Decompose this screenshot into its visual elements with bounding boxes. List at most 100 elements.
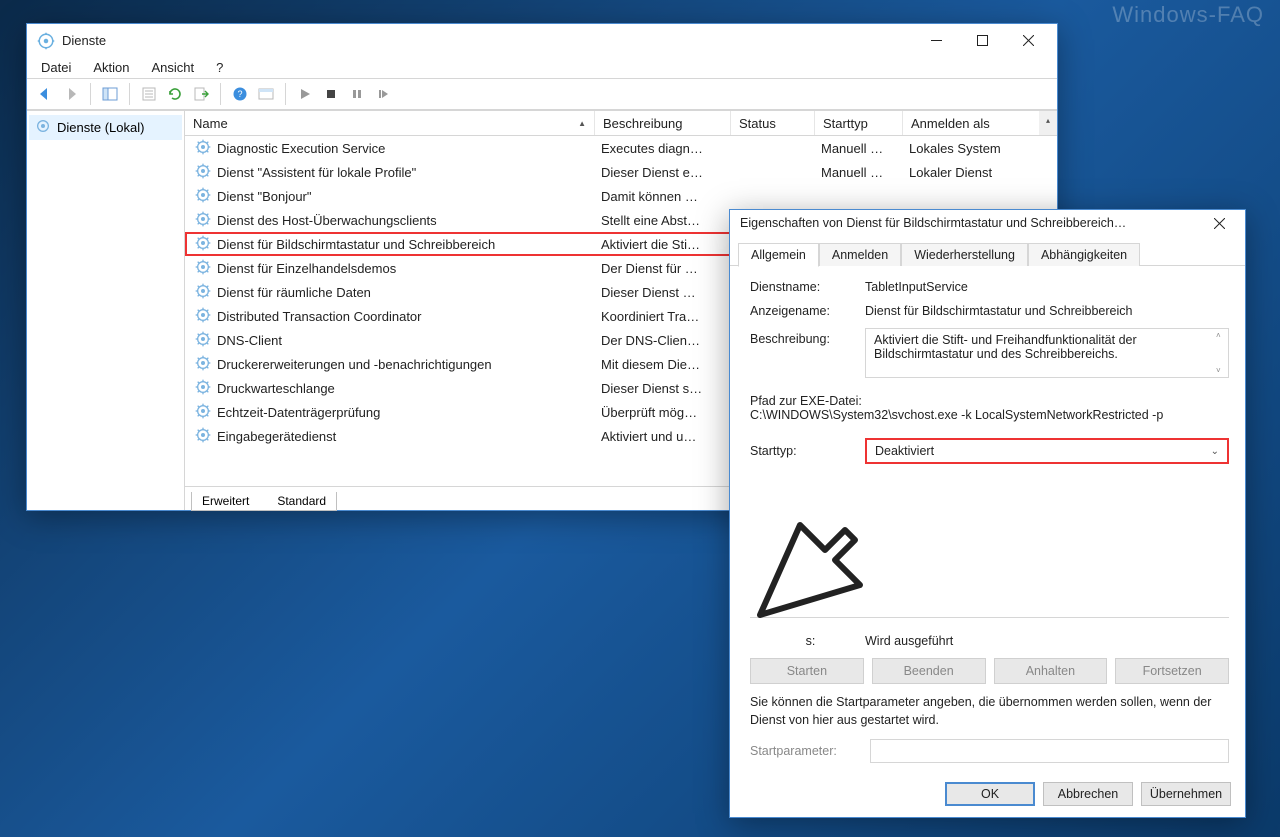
service-description: Damit können … <box>595 189 731 204</box>
label-description: Beschreibung: <box>750 328 865 346</box>
tree-node-services-local[interactable]: Dienste (Lokal) <box>29 115 182 140</box>
gear-icon <box>35 118 51 137</box>
service-description: Aktiviert und u… <box>595 429 731 444</box>
dialog-buttons: OK Abbrechen Übernehmen <box>730 771 1245 817</box>
tab-logon[interactable]: Anmelden <box>819 243 901 266</box>
pause-service-button[interactable] <box>345 82 369 106</box>
dialog-titlebar[interactable]: Eigenschaften von Dienst für Bildschirmt… <box>730 210 1245 236</box>
detail-button[interactable] <box>254 82 278 106</box>
service-name: Druckererweiterungen und -benachrichtigu… <box>217 357 492 372</box>
cancel-button[interactable]: Abbrechen <box>1043 782 1133 806</box>
menu-action[interactable]: Aktion <box>89 59 133 76</box>
apply-button[interactable]: Übernehmen <box>1141 782 1231 806</box>
restart-service-button[interactable] <box>371 82 395 106</box>
desktop-watermark: Windows-FAQ <box>1112 2 1264 28</box>
tree-pane: Dienste (Lokal) <box>27 111 185 510</box>
gear-icon <box>195 187 211 206</box>
ok-button[interactable]: OK <box>945 782 1035 806</box>
service-description: Dieser Dienst e… <box>595 165 731 180</box>
service-description: Stellt eine Abst… <box>595 213 731 228</box>
service-login: Lokales System <box>903 141 1057 156</box>
stop-button[interactable]: Beenden <box>872 658 986 684</box>
menu-file[interactable]: Datei <box>37 59 75 76</box>
svg-text:?: ? <box>237 89 242 99</box>
column-headers: Name▲ Beschreibung Status Starttyp Anmel… <box>185 111 1057 136</box>
maximize-button[interactable] <box>959 26 1005 56</box>
show-hide-tree-button[interactable] <box>98 82 122 106</box>
tab-general[interactable]: Allgemein <box>738 243 819 267</box>
service-name: Dienst für räumliche Daten <box>217 285 371 300</box>
service-name: Dienst für Bildschirmtastatur und Schrei… <box>217 237 495 252</box>
starttype-selected-value: Deaktiviert <box>875 444 934 458</box>
titlebar[interactable]: Dienste <box>27 24 1057 57</box>
description-text[interactable]: Aktiviert die Stift- und Freihandfunktio… <box>865 328 1229 378</box>
back-button[interactable] <box>33 82 57 106</box>
gear-icon <box>195 307 211 326</box>
sort-indicator-icon: ▲ <box>578 119 586 128</box>
gear-icon <box>195 163 211 182</box>
start-service-button[interactable] <box>293 82 317 106</box>
window-title: Dienste <box>62 33 913 48</box>
gear-icon <box>195 211 211 230</box>
gear-icon <box>195 355 211 374</box>
menu-view[interactable]: Ansicht <box>148 59 199 76</box>
service-name: Diagnostic Execution Service <box>217 141 385 156</box>
service-name: Echtzeit-Datenträgerprüfung <box>217 405 380 420</box>
table-row[interactable]: Dienst "Assistent für lokale Profile" Die… <box>185 160 1057 184</box>
start-parameter-input[interactable] <box>870 739 1229 763</box>
gear-icon <box>195 139 211 158</box>
export-button[interactable] <box>189 82 213 106</box>
column-header-name[interactable]: Name▲ <box>185 111 595 135</box>
view-tab-standard[interactable]: Standard <box>258 492 337 511</box>
close-button[interactable] <box>1005 26 1051 56</box>
gear-icon <box>195 427 211 446</box>
tab-dependencies[interactable]: Abhängigkeiten <box>1028 243 1140 266</box>
view-tab-extended[interactable]: Erweitert <box>191 492 268 511</box>
start-button[interactable]: Starten <box>750 658 864 684</box>
tree-node-label: Dienste (Lokal) <box>57 120 144 135</box>
resume-button[interactable]: Fortsetzen <box>1115 658 1229 684</box>
service-name: Dienst für Einzelhandelsdemos <box>217 261 396 276</box>
table-row[interactable]: Diagnostic Execution ServiceExecutes dia… <box>185 136 1057 160</box>
column-header-description[interactable]: Beschreibung <box>595 111 731 135</box>
service-description: Der Dienst für … <box>595 261 731 276</box>
service-name: Dienst "Assistent für lokale Profile" <box>217 165 416 180</box>
service-starttype: Manuell … <box>815 141 903 156</box>
tab-panel-general: Dienstname: TabletInputService Anzeigena… <box>730 266 1245 771</box>
service-name: Druckwarteschlange <box>217 381 335 396</box>
properties-button[interactable] <box>137 82 161 106</box>
gear-icon <box>37 32 55 50</box>
gear-icon <box>195 235 211 254</box>
start-parameter-hint: Sie können die Startparameter angeben, d… <box>750 694 1229 729</box>
service-name: DNS-Client <box>217 333 282 348</box>
column-header-login[interactable]: Anmelden als <box>903 111 1057 135</box>
close-button[interactable] <box>1199 211 1239 235</box>
service-description: Koordiniert Tra… <box>595 309 731 324</box>
refresh-button[interactable] <box>163 82 187 106</box>
value-service-status: Wird ausgeführt <box>865 634 1229 648</box>
menubar: Datei Aktion Ansicht ? <box>27 57 1057 79</box>
minimize-button[interactable] <box>913 26 959 56</box>
column-header-starttype[interactable]: Starttyp <box>815 111 903 135</box>
scrollbar[interactable]: ▴ <box>1039 111 1057 135</box>
service-description: Dieser Dienst … <box>595 285 731 300</box>
starttype-select[interactable]: Deaktiviert ⌄ <box>865 438 1229 464</box>
value-exe-path: C:\WINDOWS\System32\svchost.exe -k Local… <box>750 408 1229 422</box>
dialog-title: Eigenschaften von Dienst für Bildschirmt… <box>740 216 1199 230</box>
value-display-name: Dienst für Bildschirmtastatur und Schrei… <box>865 304 1229 318</box>
service-description: Aktiviert die Sti… <box>595 237 731 252</box>
service-description: Mit diesem Die… <box>595 357 731 372</box>
service-name: Eingabegerätedienst <box>217 429 336 444</box>
pause-button[interactable]: Anhalten <box>994 658 1108 684</box>
dialog-tabs: Allgemein Anmelden Wiederherstellung Abh… <box>730 236 1245 266</box>
help-button[interactable]: ? <box>228 82 252 106</box>
forward-button[interactable] <box>59 82 83 106</box>
gear-icon <box>195 331 211 350</box>
label-exe-path: Pfad zur EXE-Datei: <box>750 394 1229 408</box>
stop-service-button[interactable] <box>319 82 343 106</box>
gear-icon <box>195 379 211 398</box>
tab-recovery[interactable]: Wiederherstellung <box>901 243 1028 266</box>
menu-help[interactable]: ? <box>212 59 227 76</box>
table-row[interactable]: Dienst "Bonjour"Damit können … <box>185 184 1057 208</box>
column-header-status[interactable]: Status <box>731 111 815 135</box>
